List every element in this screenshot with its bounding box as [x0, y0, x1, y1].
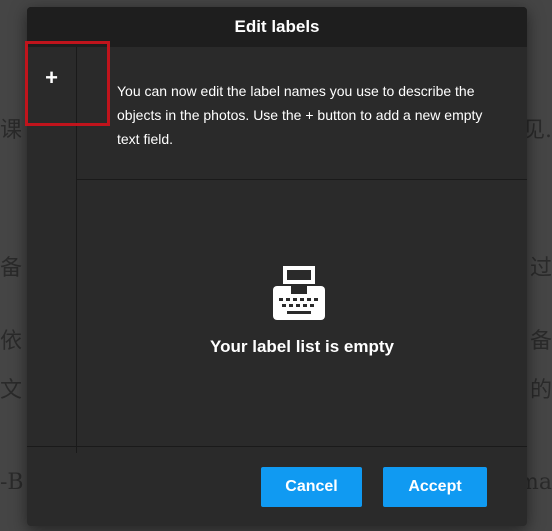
add-label-button[interactable]: + — [27, 47, 76, 115]
typewriter-icon — [273, 266, 325, 320]
edit-labels-dialog: Edit labels + You can now edit the label… — [27, 7, 527, 526]
accept-button[interactable]: Accept — [383, 467, 487, 507]
dialog-title: Edit labels — [27, 7, 527, 47]
label-toolbar: + — [27, 47, 77, 453]
cancel-button[interactable]: Cancel — [261, 467, 362, 507]
footer-divider — [27, 446, 527, 447]
empty-state-text: Your label list is empty — [210, 337, 394, 356]
divider — [77, 179, 527, 180]
instructions-text: You can now edit the label names you use… — [117, 83, 483, 147]
